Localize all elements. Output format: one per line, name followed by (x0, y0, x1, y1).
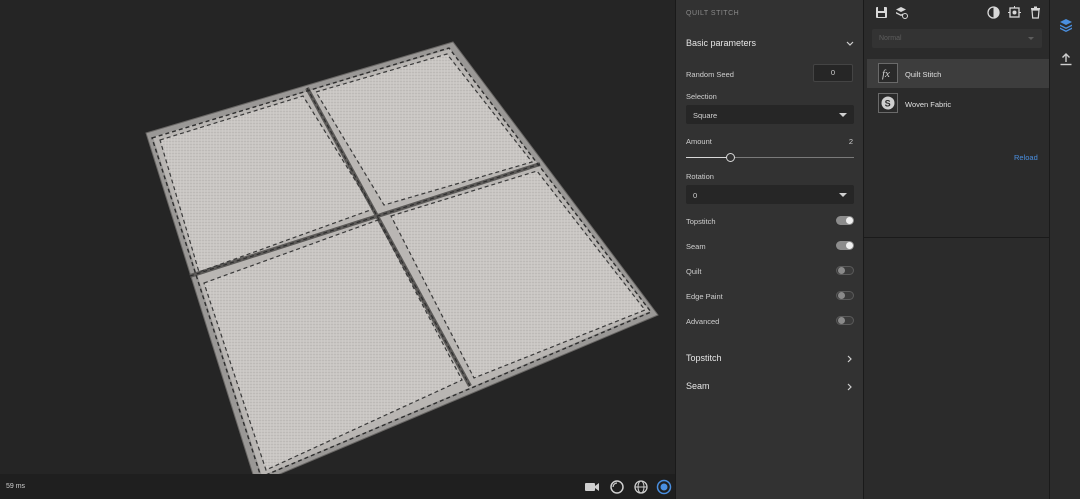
fabric-preview (145, 41, 659, 475)
globe-icon[interactable] (633, 479, 649, 495)
layer-item[interactable]: fx Quilt Stitch (867, 59, 1049, 88)
display-icon[interactable] (656, 479, 672, 495)
topstitch-toggle[interactable] (836, 216, 854, 225)
advanced-toggle-label: Advanced (686, 317, 720, 326)
random-seed-input[interactable]: 0 (813, 64, 853, 82)
section-label: Topstitch (686, 353, 722, 363)
mask-icon[interactable] (987, 6, 1000, 19)
chevron-right-icon (847, 355, 852, 363)
layers-panel: Normal fx Quilt Stitch S Woven Fabric Re… (863, 0, 1050, 499)
seam-toggle[interactable] (836, 241, 854, 250)
random-seed-label: Random Seed (686, 70, 734, 79)
topstitch-section-header[interactable]: Topstitch (686, 353, 856, 363)
edge-paint-toggle[interactable] (836, 291, 854, 300)
save-icon[interactable] (875, 6, 888, 19)
properties-panel: QUILT STITCH Basic parameters Random See… (675, 0, 863, 499)
section-label: Seam (686, 381, 710, 391)
layer-name: Woven Fabric (905, 100, 952, 109)
camera-icon[interactable] (584, 479, 600, 495)
topstitch-toggle-label: Topstitch (686, 217, 716, 226)
render-time: 59 ms (6, 483, 26, 490)
add-layer-icon[interactable] (895, 6, 908, 19)
edge-paint-toggle-label: Edge Paint (686, 292, 723, 301)
blend-mode-dropdown[interactable]: Normal (872, 29, 1042, 48)
basic-parameters-header[interactable]: Basic parameters (686, 38, 856, 48)
layer-item[interactable]: S Woven Fabric (867, 89, 1049, 118)
layers-toolbar (864, 0, 1050, 26)
export-icon[interactable] (1059, 52, 1073, 66)
seam-toggle-label: Seam (686, 242, 706, 251)
layers-stack-icon[interactable] (1059, 18, 1073, 32)
divider (864, 237, 1050, 238)
amount-label: Amount (686, 137, 712, 146)
rotation-label: Rotation (686, 172, 714, 181)
advanced-toggle[interactable] (836, 316, 854, 325)
panel-title: QUILT STITCH (686, 10, 740, 17)
caret-down-icon (1028, 37, 1034, 40)
fx-icon: fx (878, 63, 898, 83)
amount-value: 2 (848, 137, 853, 146)
3d-viewport[interactable]: 59 ms (0, 0, 675, 499)
caret-down-icon (839, 193, 847, 197)
substance-icon: S (878, 93, 898, 113)
blend-mode-value: Normal (879, 35, 902, 42)
viewport-status-bar: 59 ms (0, 474, 675, 499)
rotation-value: 0 (693, 191, 698, 200)
caret-down-icon (839, 113, 847, 117)
quilt-toggle[interactable] (836, 266, 854, 275)
trash-icon[interactable] (1029, 6, 1042, 19)
selection-value: Square (693, 111, 718, 120)
right-tool-strip (1049, 0, 1080, 499)
chevron-down-icon (846, 41, 854, 46)
reload-link[interactable]: Reload (1014, 153, 1038, 162)
layer-name: Quilt Stitch (905, 70, 942, 79)
bake-icon[interactable] (1008, 6, 1021, 19)
selection-label: Selection (686, 92, 717, 101)
environment-icon[interactable] (609, 479, 625, 495)
section-label: Basic parameters (686, 38, 757, 48)
svg-text:fx: fx (882, 68, 890, 80)
svg-text:S: S (885, 98, 891, 108)
rotation-dropdown[interactable]: 0 (686, 185, 854, 204)
selection-dropdown[interactable]: Square (686, 105, 854, 124)
amount-slider-fill (686, 157, 730, 158)
chevron-right-icon (847, 383, 852, 391)
seam-section-header[interactable]: Seam (686, 381, 856, 391)
amount-slider-handle[interactable] (726, 153, 735, 162)
quilt-toggle-label: Quilt (686, 267, 702, 276)
